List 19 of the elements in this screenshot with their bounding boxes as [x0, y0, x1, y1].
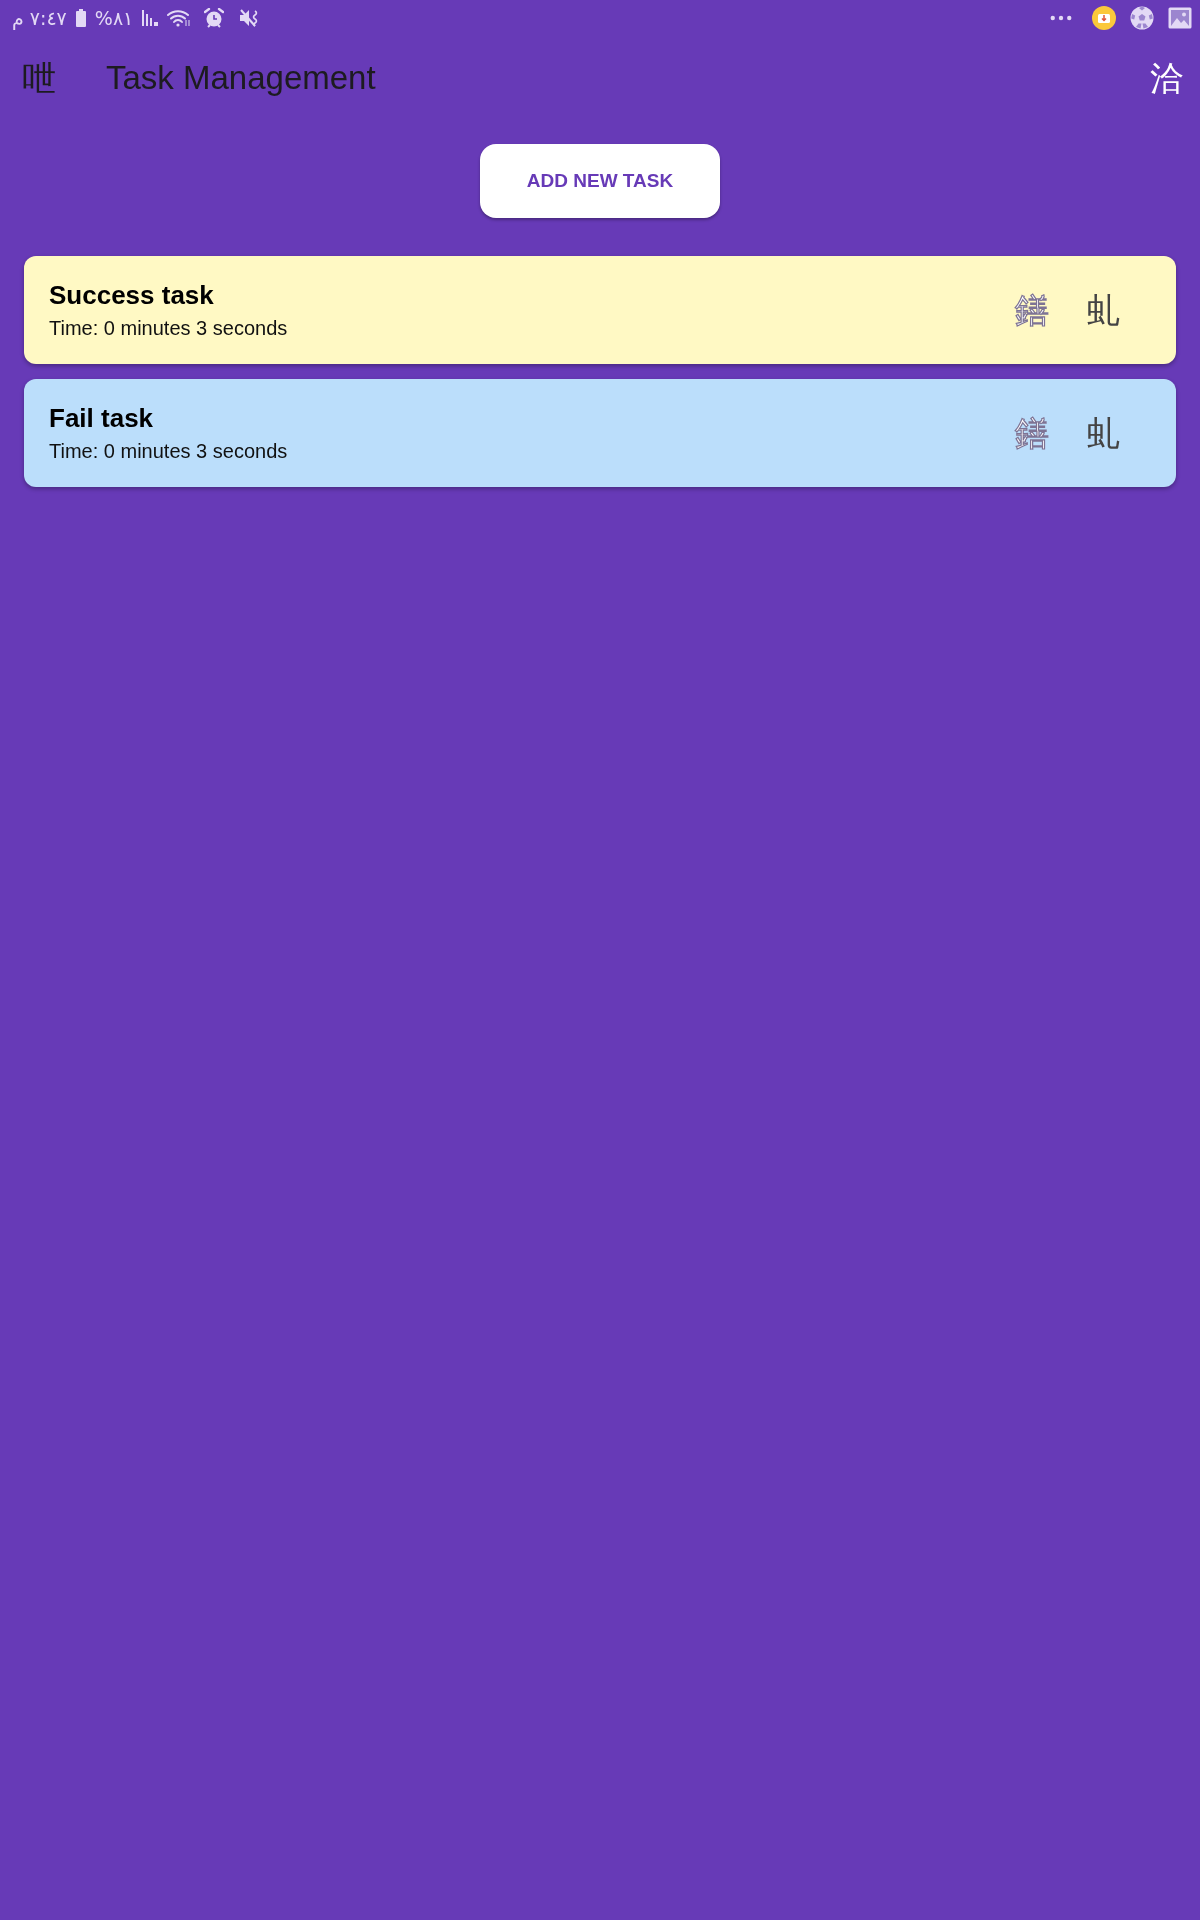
status-time: ٧:٤٧ م	[12, 8, 67, 28]
glyph-button[interactable]: 虬	[1075, 412, 1131, 454]
battery-icon	[75, 9, 86, 27]
task-title: Fail task	[49, 403, 154, 434]
glyph-button[interactable]: 虬	[1075, 289, 1131, 331]
more-dots-icon	[1050, 15, 1072, 21]
image-icon	[1168, 7, 1192, 29]
app-title: Task Management	[106, 59, 376, 97]
glyph-button[interactable]: 洽	[1150, 61, 1184, 95]
download-badge-icon	[1092, 6, 1116, 30]
soccer-ball-icon	[1130, 6, 1154, 30]
task-time: Time: 0 minutes 3 seconds	[49, 440, 288, 463]
alarm-icon	[204, 8, 225, 28]
signal-icon	[142, 10, 159, 26]
add-task-button[interactable]: ADD NEW TASK	[480, 144, 720, 218]
task-time: Time: 0 minutes 3 seconds	[49, 317, 288, 340]
wifi-icon	[167, 9, 192, 27]
task-title: Success task	[49, 280, 214, 311]
battery-percent: ٨١%	[94, 8, 134, 28]
